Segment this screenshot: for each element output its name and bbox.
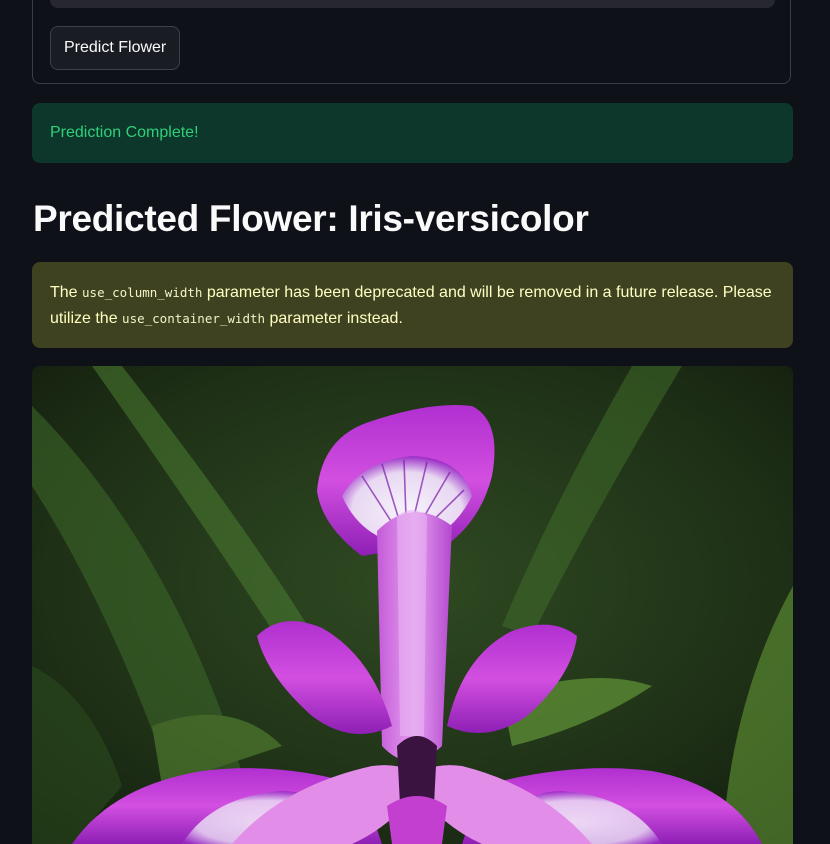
success-alert: Prediction Complete!	[32, 103, 793, 163]
input-slider-track[interactable]	[50, 0, 775, 8]
prediction-form-card: Predict Flower	[32, 0, 791, 84]
warning-code-2: use_container_width	[122, 311, 266, 326]
warning-code-1: use_column_width	[82, 285, 203, 300]
warning-text-3: parameter instead.	[265, 310, 403, 327]
success-message: Prediction Complete!	[50, 124, 199, 141]
predicted-flower-heading: Predicted Flower: Iris-versicolor	[33, 198, 589, 239]
predict-flower-button[interactable]: Predict Flower	[50, 26, 181, 70]
warning-text-1: The	[50, 284, 83, 301]
iris-flower-illustration	[32, 366, 793, 844]
deprecation-warning: The use_column_width parameter has been …	[32, 262, 793, 348]
flower-image	[32, 366, 793, 844]
